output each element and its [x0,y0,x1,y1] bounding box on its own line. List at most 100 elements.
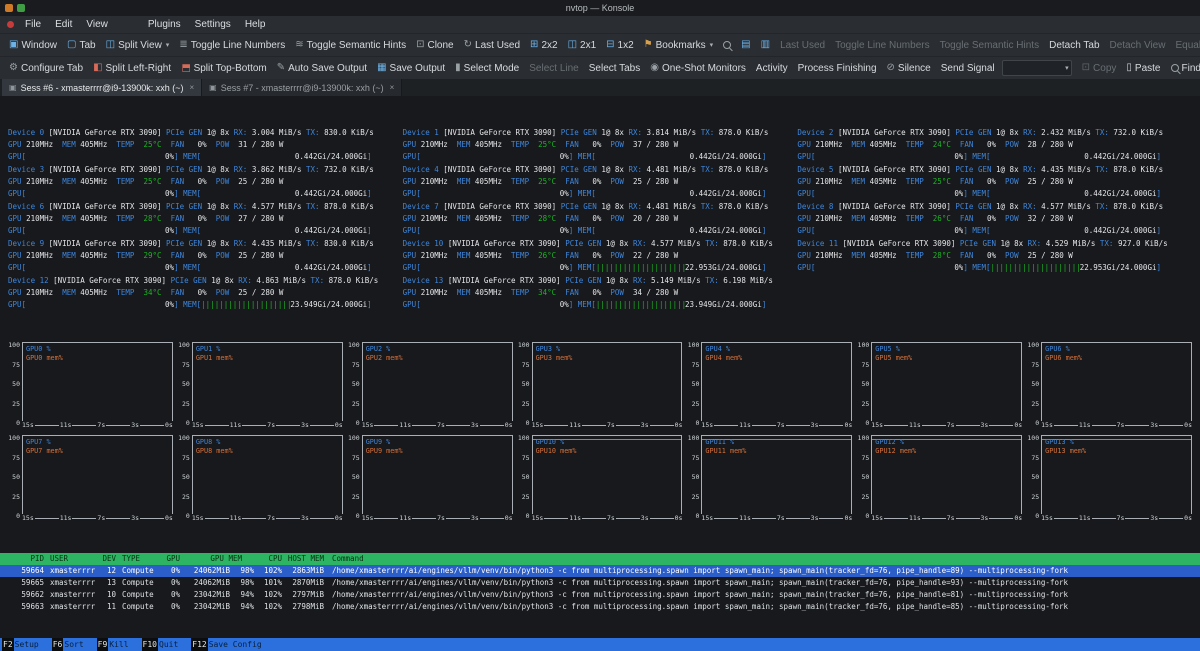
process-row[interactable]: 59665xmasterrrr13Compute0%24062MiB98%101… [0,577,1200,589]
terminal-area[interactable]: Device 0 [NVIDIA GeForce RTX 3090] PCIe … [0,96,1200,640]
process-row[interactable]: 59663xmasterrrr11Compute0%23042MiB94%102… [0,601,1200,613]
field-label: Device 5 [797,165,838,174]
x-tick-label: 0s [1013,421,1023,429]
toolbar-save-output[interactable]: ▦Save Output [372,58,450,78]
toolbar-configure-tab[interactable]: ⚙Configure Tab [4,58,88,78]
field-value: 0% [592,214,610,223]
fkey-f2[interactable]: F2Setup [2,638,42,651]
folder-open-icon[interactable]: ▥ [756,35,775,55]
toolbar-send-signal[interactable]: Send Signal▾ [936,58,1077,78]
x-axis-labels: 15s11s7s3s0s [191,514,344,522]
x-tick-label: 11s [229,514,243,522]
mem-bar-fill [990,151,1084,163]
close-icon[interactable]: × [190,83,195,92]
close-icon[interactable]: × [390,83,395,92]
auto-save-icon: ✎ [277,63,285,73]
toolbar-clone[interactable]: ⊡Clone [411,35,459,55]
y-tick-label: 50 [522,381,530,387]
field-value: 4.577 MiB/s [1041,202,1095,211]
x-tick-label: 11s [568,514,582,522]
toolbar-bookmarks[interactable]: ⚑Bookmarks▾ [639,35,719,55]
device-clocks-line: GPU 210MHz MEM 405MHz TEMP 25°C FAN 0% P… [403,139,798,151]
field-label: POW [610,177,633,186]
x-tick-label: 11s [568,421,582,429]
menu-plugins[interactable]: Plugins [141,19,188,30]
legend-gpu-label: GPU0 % [26,345,63,354]
x-tick-label: 0s [334,514,344,522]
y-axis-labels: 1007550250 [178,342,192,426]
y-tick-label: 100 [1027,435,1039,441]
toolbar-split-left-right[interactable]: ◧Split Left-Right [88,58,176,78]
toolbar-window[interactable]: ▣Window [4,35,62,55]
menu-edit[interactable]: Edit [48,19,79,30]
fkey-f12[interactable]: F12Save Config [191,638,264,651]
tab-session-1[interactable]: ▣Sess #7 - xmasterrrr@i9-13900k: xxh (~)… [202,79,402,96]
titlebar[interactable]: nvtop — Konsole [0,0,1200,16]
field-value: [NVIDIA GeForce RTX 3090] [53,276,170,285]
menu-view[interactable]: View [79,19,115,30]
mem-bar-fill [596,188,690,200]
y-tick-label: 0 [1035,513,1039,519]
function-key-bar: F2Setup F6Sort F9Kill F10Quit F12Save Config [0,638,1200,651]
field-value: 0% [560,189,569,198]
toolbar-activity[interactable]: Activity [751,58,793,78]
toolbar-split-top-bottom[interactable]: ◧Split Top-Bottom [176,58,272,78]
fkey-f9[interactable]: F9Kill [97,638,132,651]
toolbar-last-used[interactable]: ↻Last Used [459,35,525,55]
y-axis-labels: 1007550250 [857,435,871,519]
y-tick-label: 100 [178,342,190,348]
field-value: 878.0 KiB/s [723,239,773,248]
toolbar-one-shot-monitors[interactable]: ◉One-Shot Monitors [645,58,751,78]
toolbar-select-tabs[interactable]: Select Tabs [584,58,646,78]
send-signal-combobox[interactable]: ▾ [1002,60,1072,76]
toolbar-auto-save-output[interactable]: ✎Auto Save Output [272,58,372,78]
toolbar-detach-tab[interactable]: Detach Tab [1044,35,1104,55]
device-block-6: Device 6 [NVIDIA GeForce RTX 3090] PCIe … [8,201,403,238]
field-label: RX: [1023,202,1041,211]
x-tick-label: 0s [843,514,853,522]
x-tick-label: 3s [300,421,310,429]
toolbar-2x1[interactable]: ◫2x1 [563,35,602,55]
process-row[interactable]: 59664xmasterrrr12Compute0%24062MiB98%102… [0,565,1200,577]
field-label: Device 8 [797,202,838,211]
toolbar-paste[interactable]: ▯Paste [1121,58,1165,78]
field-value: 878.0 KiB/s [719,165,769,174]
menu-help[interactable]: Help [238,19,273,30]
toolbar-find[interactable]: Find... [1166,58,1200,78]
y-tick-label: 75 [692,362,700,368]
field-label: PCIe GEN [565,276,606,285]
y-tick-label: 0 [16,513,20,519]
menu-settings[interactable]: Settings [188,19,238,30]
field-label: GPU [403,177,421,186]
fkey-f10[interactable]: F10Quit [142,638,182,651]
toolbar-select-mode[interactable]: ▮Select Mode [450,58,524,78]
x-tick-label: 3s [980,421,990,429]
field-label: ] [367,189,372,198]
field-value: 0% [198,288,216,297]
field-value: 405MHz [80,214,116,223]
x-tick-label: 3s [1149,421,1159,429]
toolbar-toggle-line-numbers[interactable]: ≣Toggle Line Numbers [174,35,290,55]
search-icon[interactable] [718,35,736,55]
toolbar-toggle-semantic-hints[interactable]: ≋Toggle Semantic Hints [290,35,411,55]
process-row[interactable]: 59662xmasterrrr10Compute0%23042MiB94%102… [0,589,1200,601]
field-label: GPU[ [8,152,26,161]
toolbar-silence[interactable]: ⊘Silence [882,58,936,78]
toolbar-process-finishing[interactable]: Process Finishing [793,58,882,78]
field-value: 25 / 280 W [1028,177,1073,186]
x-axis-labels: 15s11s7s3s0s [870,514,1023,522]
one-shot-icon: ◉ [650,63,659,73]
mem-util-meter: 0.442Gi/24.000Gi [201,225,367,237]
toolbar-tab[interactable]: ▢Tab [62,35,101,55]
field-value: 878.0 KiB/s [1113,202,1163,211]
field-value: 210MHz [26,177,62,186]
fkey-f6[interactable]: F6Sort [52,638,87,651]
menu-file[interactable]: File [18,19,48,30]
folder-closed-icon[interactable]: ▤ [736,35,755,55]
graph-plot-area: GPU9 %GPU9 mem%15s11s7s3s0s [362,435,513,519]
toolbar-2x2[interactable]: ⊞2x2 [525,35,563,55]
tab-session-0[interactable]: ▣Sess #6 - xmasterrrr@i9-13900k: xxh (~)… [2,79,202,96]
x-tick-label: 0s [1013,514,1023,522]
toolbar-1x2[interactable]: ⊟1x2 [601,35,639,55]
toolbar-split-view[interactable]: ◫Split View▾ [101,35,175,55]
